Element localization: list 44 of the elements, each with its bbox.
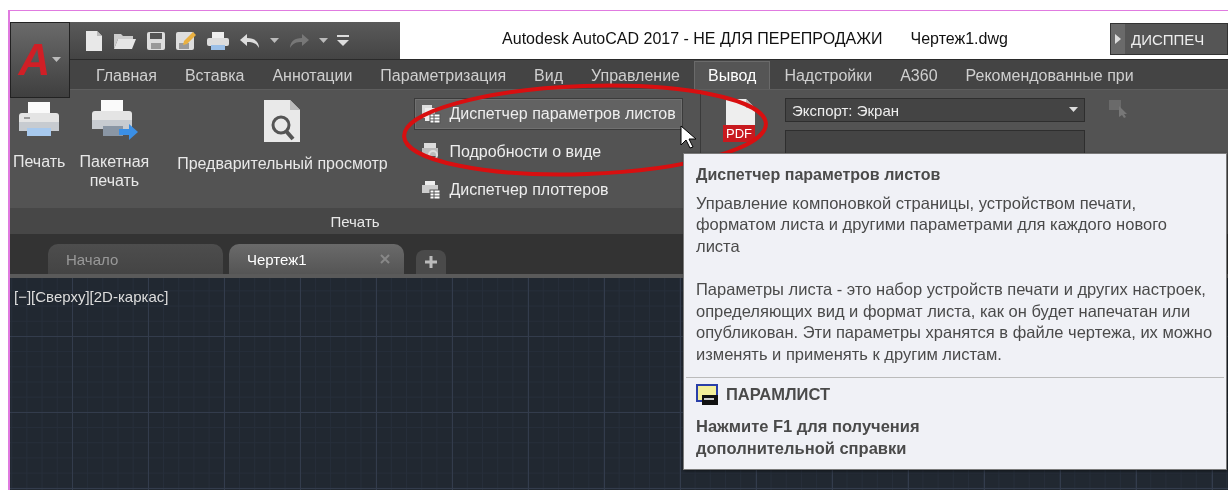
ribbon-tab[interactable]: Рекомендованные при (951, 61, 1148, 89)
ribbon-button[interactable]: Печать (10, 98, 69, 208)
ribbon-tab[interactable]: Надстройки (770, 61, 887, 89)
viewport-controls[interactable]: [−][Сверху][2D-каркас] (14, 288, 169, 305)
ribbon-tab[interactable]: А360 (886, 61, 952, 89)
new-file-icon[interactable] (84, 29, 104, 52)
tooltip-details: Параметры листа - это набор устройств печати и других настроек, определяющих вид и формат листа, как он будет напечатан или опубликован. Эти параметры хранятся в файле чертежа, их можно изменять и применять к другим листам. (696, 279, 1214, 365)
floppy-pencil-icon[interactable] (175, 30, 197, 51)
ribbon-button[interactable]: Диспетчер параметров листов (414, 98, 683, 130)
ribbon-button[interactable]: Диспетчер плоттеров (414, 174, 683, 206)
expand-arrow-icon[interactable] (1115, 34, 1121, 44)
help-hint: Нажмите F1 для получения дополнительной справки (696, 416, 921, 459)
ribbon-tab[interactable]: Управление (577, 61, 694, 89)
command-name: ПАРАМЛИСТ (726, 384, 830, 406)
page-table-icon (421, 104, 442, 124)
document-tab[interactable]: Начало (48, 244, 223, 274)
caret-icon[interactable] (319, 37, 328, 44)
window-title: Autodesk AutoCAD 2017 - НЕ ДЛЯ ПЕРЕПРОДАЖИ (502, 30, 883, 48)
caret-icon[interactable] (270, 37, 279, 44)
caret-icon[interactable] (1069, 107, 1078, 113)
export-dropdown[interactable]: Экспорт: Экран (785, 98, 1085, 122)
ribbon-tab[interactable]: Вид (520, 61, 578, 89)
document-tab[interactable]: Чертеж1 (229, 244, 404, 274)
mouse-pointer-icon (680, 125, 696, 149)
customize-caret-icon[interactable] (337, 34, 349, 47)
ribbon-button[interactable]: Предварительный просмотр (160, 98, 405, 208)
dropdown[interactable] (785, 130, 1085, 154)
tooltip-title: Диспетчер параметров листов (696, 165, 942, 185)
file-name: Чертеж1.dwg (910, 30, 1008, 48)
ribbon-tab[interactable]: Вставка (170, 61, 259, 89)
ribbon-tab[interactable]: Аннотации (258, 61, 367, 89)
plus-icon[interactable] (425, 256, 437, 268)
ribbon-tab[interactable]: Главная (82, 61, 171, 89)
search-field[interactable]: ДИСППЕЧ (1110, 23, 1228, 55)
printer-arrow-icon (89, 98, 140, 142)
ribbon-tab[interactable]: Параметризация (366, 61, 521, 89)
undo-icon[interactable] (239, 32, 261, 49)
printer-table-icon (421, 180, 442, 200)
ribbon-button[interactable]: Пакетная печать (68, 98, 161, 208)
command-window-icon (696, 384, 718, 406)
printer-icon[interactable] (206, 30, 230, 51)
ribbon-tab[interactable]: Вывод (694, 61, 771, 89)
ribbon-button[interactable]: Подробности о виде (414, 136, 683, 168)
caret-icon[interactable] (52, 57, 62, 63)
